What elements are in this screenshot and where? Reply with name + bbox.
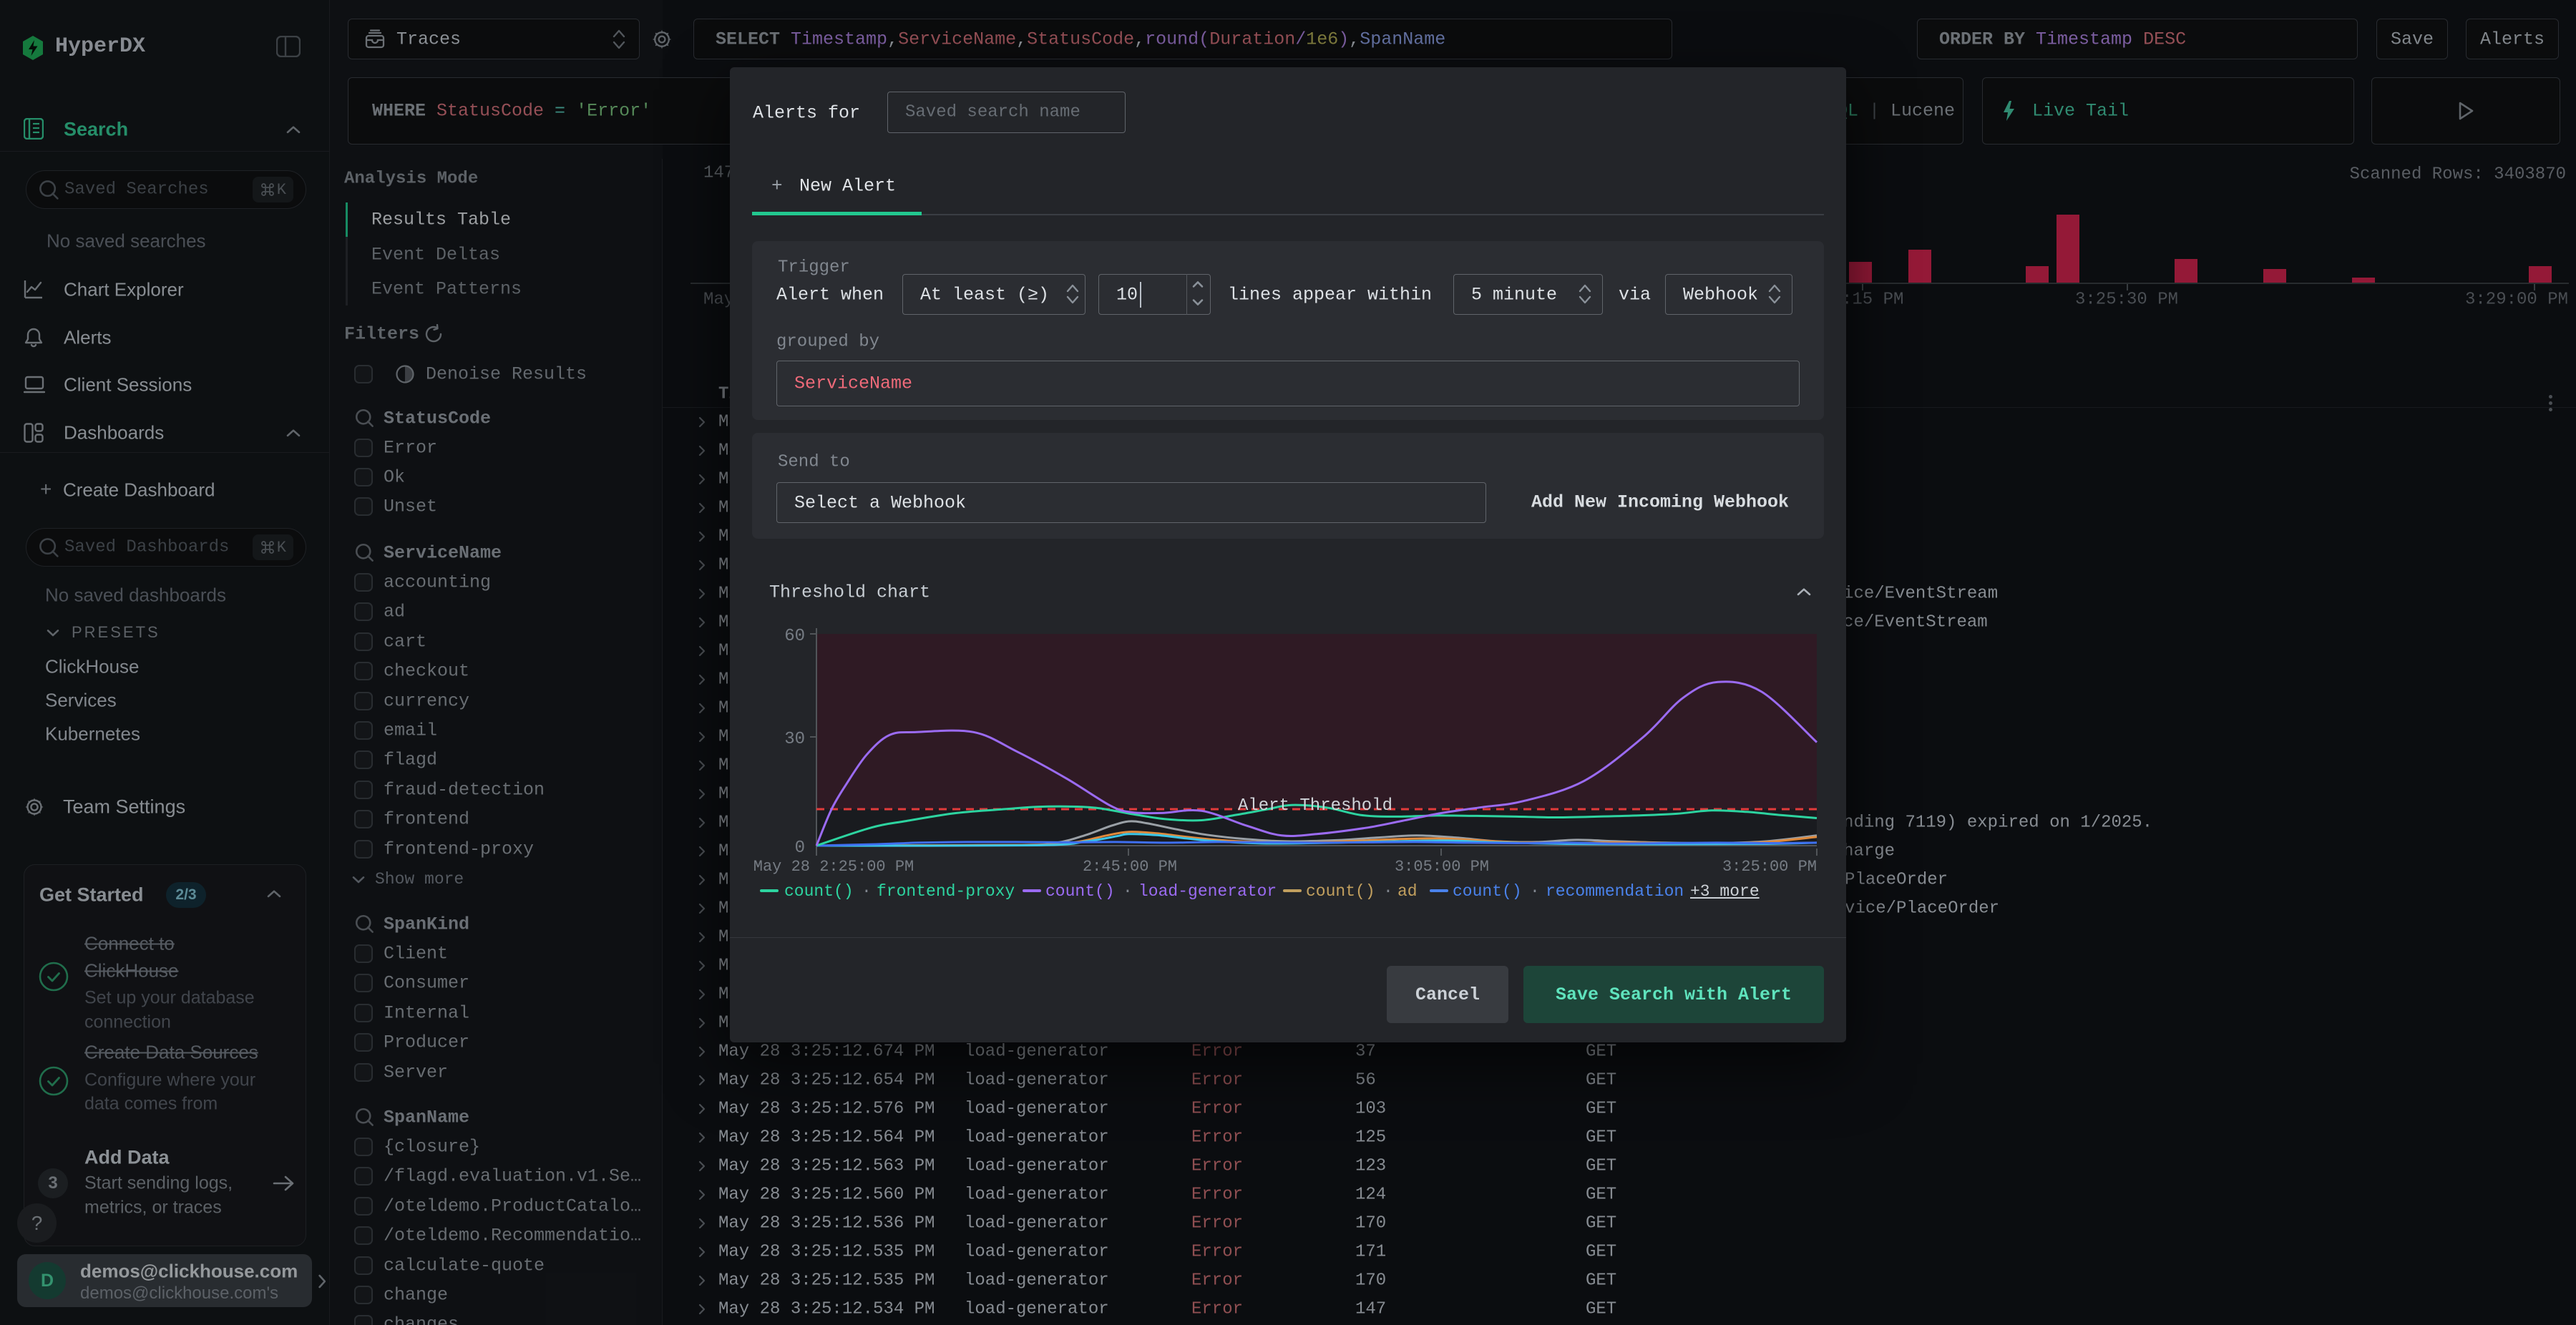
svg-text:0: 0 [795,838,805,858]
svg-text:3:05:00 PM: 3:05:00 PM [1395,858,1489,876]
svg-text:2:45:00 PM: 2:45:00 PM [1083,858,1177,876]
svg-text:3:25:00 PM: 3:25:00 PM [1722,858,1817,876]
svg-text:May 28 2:25:00 PM: May 28 2:25:00 PM [753,858,914,876]
svg-text:Alert Threshold: Alert Threshold [1238,796,1392,816]
svg-text:60: 60 [784,627,805,646]
svg-text:30: 30 [784,730,805,749]
